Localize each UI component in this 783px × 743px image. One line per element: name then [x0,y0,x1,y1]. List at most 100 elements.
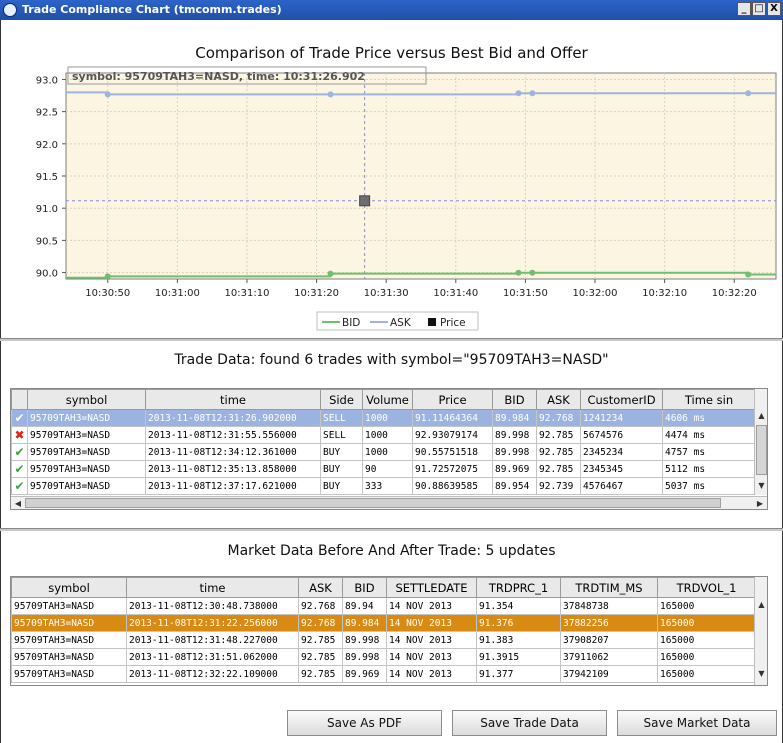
y-tick-label: 93.0 [36,75,58,86]
bid-data-point [104,273,111,280]
trade-column-header[interactable]: Volume [362,389,413,410]
x-tick-label: 10:31:50 [503,288,548,299]
scroll-up-icon[interactable]: ▲ [755,598,767,612]
minimize-button[interactable]: _ [737,2,751,16]
table-row[interactable]: ✖ 95709TAH3=NASD 2013-11-08T12:31:55.55600… [11,426,756,444]
x-tick-label: 10:31:30 [364,288,409,299]
scroll-thumb[interactable] [756,425,767,475]
trade-column-header[interactable]: symbol [27,389,146,410]
table-cell: 89.984 [492,409,537,427]
market-column-header[interactable]: SETTLEDATE [386,577,477,598]
table-row[interactable]: ✔ 95709TAH3=NASD 2013-11-08T12:35:13.85800… [11,460,756,478]
table-row[interactable]: 95709TAH3=NASD 2013-11-08T12:31:51.062000… [11,648,756,666]
table-cell: 333 [362,477,413,495]
table-cell: 165000 [657,597,756,615]
table-row[interactable]: 95709TAH3=NASD 2013-11-08T12:30:48.738000… [11,597,756,615]
table-cell: 95709TAH3=NASD [27,477,146,495]
table-cell: 91.72572075 [412,460,493,478]
table-cell: SELL [320,426,363,444]
trade-column-header[interactable]: ASK [536,389,581,410]
market-column-header[interactable]: TRDVOL_1 [657,577,756,598]
market-column-header[interactable]: ASK [298,577,343,598]
table-splitter[interactable] [0,528,783,531]
table-row[interactable]: 95709TAH3=NASD 2013-11-08T12:31:22.256000… [11,614,756,632]
y-tick-label: 90.0 [36,269,58,280]
table-cell: 14 NOV 2013 [386,614,477,632]
table-cell: 89.998 [342,648,387,666]
ask-data-point [745,90,752,97]
table-cell: 2013-11-08T12:31:55.556000 [145,426,321,444]
table-cell: 89.998 [342,631,387,649]
table-cell: 165000 [657,648,756,666]
market-table[interactable]: symbol time ASK BID SETTLEDATE TRDPRC_1 TRDTIM… [11,577,756,683]
y-tick-label: 91.0 [36,204,58,215]
save-market-data-button[interactable]: Save Market Data [617,710,777,736]
close-button[interactable]: X [767,2,781,16]
table-cell: 92.785 [536,426,581,444]
market-column-header[interactable]: TRDTIM_MS [560,577,658,598]
market-column-header[interactable]: TRDPRC_1 [476,577,561,598]
x-tick-label: 10:30:50 [85,288,130,299]
table-cell: 92.785 [298,665,343,683]
trade-data-title: Trade Data: found 6 trades with symbol="… [174,352,609,368]
table-cell: 92.768 [298,597,343,615]
table-cell: BUY [320,460,363,478]
y-tick-label: 92.5 [36,108,58,119]
scroll-down-icon[interactable]: ▼ [755,667,767,681]
market-column-header[interactable]: symbol [11,577,127,598]
trade-table-panel: symbol time Side Volume Price BID ASK CustomerI… [10,388,768,510]
table-cell: 92.93079174 [412,426,493,444]
market-column-header[interactable]: time [126,577,299,598]
table-cell: 92.785 [536,460,581,478]
maximize-button[interactable]: □ [752,2,766,16]
table-cell: 1000 [362,443,413,461]
check-icon: ✔ [11,477,28,495]
market-vertical-scrollbar[interactable]: ▲ ▼ [754,577,767,685]
x-tick-label: 10:32:10 [642,288,687,299]
table-cell: 14 NOV 2013 [386,665,477,683]
trade-column-header[interactable]: BID [492,389,537,410]
legend-label: BID [342,317,360,329]
table-cell: 2013-11-08T12:31:26.902000 [145,409,321,427]
table-cell: 4757 ms [662,443,756,461]
trade-column-header[interactable]: CustomerID [580,389,663,410]
chart-splitter[interactable] [0,338,783,341]
trade-vertical-scrollbar[interactable]: ▲ ▼ [754,389,767,495]
table-row[interactable]: ✔ 95709TAH3=NASD 2013-11-08T12:31:26.90200… [11,409,756,427]
trade-column-header[interactable]: Price [412,389,493,410]
table-cell: 2013-11-08T12:32:22.109000 [126,665,299,683]
table-cell: 5112 ms [662,460,756,478]
app-icon [3,3,17,17]
trade-column-header[interactable]: Time sin [662,389,756,410]
scroll-down-icon[interactable]: ▼ [755,479,767,493]
chart-tooltip: symbol: 95709TAH3=NASD, time: 10:31:26.9… [72,70,365,83]
scroll-thumb[interactable] [25,498,721,508]
x-tick-label: 10:32:20 [712,288,757,299]
scroll-up-icon[interactable]: ▲ [755,409,767,423]
table-cell: 4606 ms [662,409,756,427]
price-chart[interactable]: 93.0 92.5 92.0 91.5 91.0 90.5 90.0 10:30:50 10:3… [0,40,783,340]
trade-column-header[interactable]: Side [320,389,363,410]
table-row[interactable]: ✔ 95709TAH3=NASD 2013-11-08T12:37:17.62100… [11,477,756,495]
table-cell: 95709TAH3=NASD [27,460,146,478]
table-cell: 2013-11-08T12:31:48.227000 [126,631,299,649]
table-cell: 4474 ms [662,426,756,444]
save-pdf-button[interactable]: Save As PDF [287,710,442,736]
scroll-right-icon[interactable]: ▶ [754,497,766,509]
table-row[interactable]: 95709TAH3=NASD 2013-11-08T12:32:22.109000… [11,665,756,683]
ask-data-point [529,90,536,97]
table-cell: 2013-11-08T12:30:48.738000 [126,597,299,615]
scroll-left-icon[interactable]: ◀ [12,497,24,509]
table-cell: 91.11464364 [412,409,493,427]
table-cell: 89.998 [492,426,537,444]
trade-column-header[interactable]: time [145,389,321,410]
table-cell: 5037 ms [662,477,756,495]
trade-horizontal-scrollbar[interactable]: ◀ ▶ [11,496,767,509]
market-column-header[interactable]: BID [342,577,387,598]
legend-label: ASK [390,317,412,329]
trade-table[interactable]: symbol time Side Volume Price BID ASK CustomerI… [11,389,756,495]
table-row[interactable]: ✔ 95709TAH3=NASD 2013-11-08T12:34:12.36100… [11,443,756,461]
save-trade-data-button[interactable]: Save Trade Data [452,710,607,736]
table-row[interactable]: 95709TAH3=NASD 2013-11-08T12:31:48.227000… [11,631,756,649]
legend-label: Price [440,317,466,329]
